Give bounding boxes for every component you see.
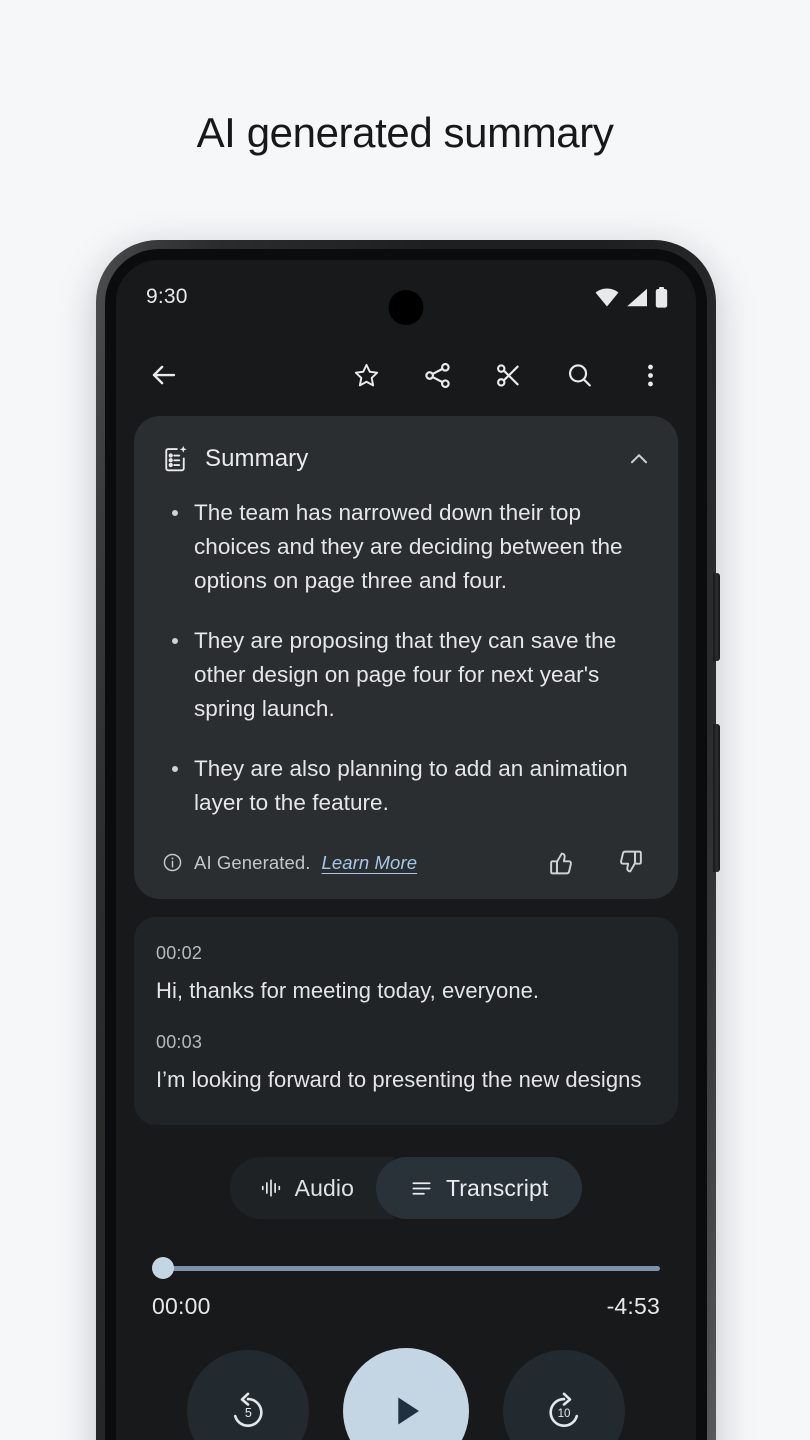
forward-10-button[interactable]: 10 <box>503 1350 625 1440</box>
search-button[interactable] <box>557 353 601 397</box>
status-bar: 9:30 <box>116 260 696 334</box>
elapsed-time: 00:00 <box>152 1293 211 1319</box>
star-button[interactable] <box>344 353 388 397</box>
ai-disclaimer-row: AI Generated. Learn More <box>158 848 654 881</box>
audio-transcript-toggle: Audio Transcript <box>134 1157 678 1219</box>
playback-controls: 5 10 <box>152 1348 660 1440</box>
play-button[interactable] <box>343 1348 469 1440</box>
summary-card: Summary The team has narrowed down their… <box>134 416 678 899</box>
replay-5-button[interactable]: 5 <box>187 1350 309 1440</box>
volume-rocker-button[interactable] <box>713 724 720 872</box>
svg-text:10: 10 <box>558 1408 571 1420</box>
thumb-up-icon[interactable] <box>548 848 577 877</box>
thumb-down-icon[interactable] <box>615 848 644 877</box>
power-button[interactable] <box>713 573 720 661</box>
transcript-line: Hi, thanks for meeting today, everyone. <box>156 978 540 1003</box>
cellular-signal-icon <box>626 288 648 307</box>
share-button[interactable] <box>415 353 459 397</box>
ai-generated-label: AI Generated. <box>194 851 311 873</box>
waveform-icon <box>260 1177 282 1199</box>
summary-bullet: They are proposing that they can save th… <box>168 624 650 726</box>
arrow-back-icon <box>149 360 179 390</box>
back-button[interactable] <box>142 353 186 397</box>
tab-transcript-label: Transcript <box>445 1174 549 1201</box>
summarize-sparkle-icon <box>160 444 190 474</box>
phone-screen: 9:30 Summary The team has narrowed down … <box>116 260 696 1440</box>
search-icon <box>565 361 594 390</box>
playback-times: 00:00 -4:53 <box>152 1293 660 1320</box>
phone-device-mockup: 9:30 Summary The team has narrowed down … <box>96 240 720 1440</box>
transcript-line: I’m looking forward to presenting the ne… <box>156 1067 642 1092</box>
status-icons <box>595 286 668 308</box>
transcript-card[interactable]: 00:02 Hi, thanks for meeting today, ever… <box>134 917 678 1125</box>
playback-slider-track <box>161 1266 660 1271</box>
star-icon <box>352 361 381 390</box>
front-camera-punch-hole <box>388 290 424 325</box>
forward-10-icon: 10 <box>543 1390 585 1432</box>
ai-generated-note: AI Generated. Learn More <box>162 852 417 874</box>
playback-slider[interactable] <box>152 1257 660 1279</box>
remaining-time: -4:53 <box>606 1293 660 1319</box>
share-icon <box>423 361 452 390</box>
svg-text:5: 5 <box>245 1406 252 1420</box>
scissors-icon <box>494 361 523 390</box>
playback-slider-thumb[interactable] <box>152 1257 174 1279</box>
list-lines-icon <box>410 1177 433 1200</box>
chevron-up-icon[interactable] <box>626 446 652 472</box>
summary-header[interactable]: Summary <box>158 442 654 474</box>
content-area: Summary The team has narrowed down their… <box>116 416 696 1440</box>
learn-more-link[interactable]: Learn More <box>321 852 417 874</box>
info-icon <box>162 852 183 873</box>
summary-bullet-list: The team has narrowed down their top cho… <box>158 496 654 820</box>
transcript-timestamp: 00:03 <box>156 1032 203 1052</box>
replay-5-icon: 5 <box>227 1390 269 1432</box>
summary-bullet: The team has narrowed down their top cho… <box>168 496 650 598</box>
tab-transcript[interactable]: Transcript <box>375 1157 583 1219</box>
feedback-buttons <box>548 848 650 877</box>
toolbar-actions <box>344 353 672 397</box>
trim-button[interactable] <box>486 353 530 397</box>
summary-bullet: They are also planning to add an animati… <box>168 752 650 820</box>
play-icon <box>385 1390 427 1432</box>
battery-icon <box>655 286 668 308</box>
tab-audio[interactable]: Audio <box>229 1157 394 1219</box>
tab-audio-label: Audio <box>294 1174 354 1201</box>
more-options-button[interactable] <box>628 353 672 397</box>
more-vert-icon <box>636 361 665 390</box>
page-title: AI generated summary <box>196 109 614 156</box>
wifi-icon <box>595 288 619 307</box>
app-toolbar <box>116 334 696 416</box>
status-time: 9:30 <box>146 285 188 308</box>
audio-player: 00:00 -4:53 5 10 <box>134 1257 678 1440</box>
summary-title: Summary <box>205 445 309 472</box>
transcript-timestamp: 00:02 <box>156 943 203 963</box>
